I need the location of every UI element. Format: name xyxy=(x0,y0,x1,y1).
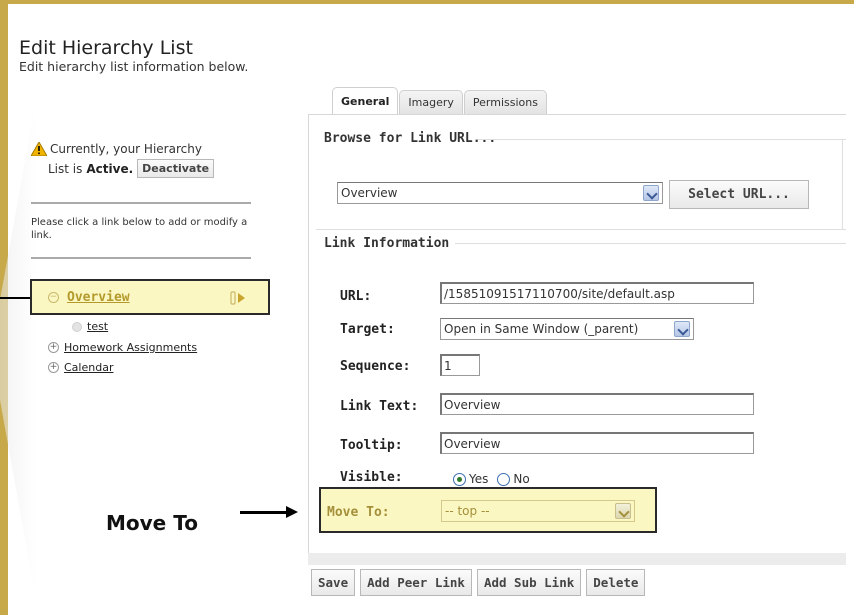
page-subtitle: Edit hierarchy list information below. xyxy=(19,59,249,74)
status-value: Active. xyxy=(86,161,134,176)
tab-general[interactable]: General xyxy=(332,87,399,114)
visible-radio-group: Yes No xyxy=(447,472,530,486)
visible-no-radio[interactable] xyxy=(497,472,511,486)
leaf-icon xyxy=(72,321,82,332)
tree-item-calendar[interactable]: + Calendar xyxy=(48,361,113,374)
expand-icon[interactable]: + xyxy=(48,362,59,373)
delete-button[interactable]: Delete xyxy=(586,569,646,596)
dropdown-arrow-icon[interactable] xyxy=(615,503,631,519)
arrow-head-icon xyxy=(286,506,298,518)
add-peer-link-button[interactable]: Add Peer Link xyxy=(360,569,472,596)
collapse-icon[interactable]: − xyxy=(48,291,59,303)
page-title: Edit Hierarchy List xyxy=(19,37,193,59)
divider xyxy=(455,243,846,244)
hierarchy-status: Currently, your Hierarchy List is Active… xyxy=(31,142,253,178)
divider xyxy=(31,257,251,259)
select-value: Open in Same Window (_parent) xyxy=(444,322,639,336)
sequence-label: Sequence: xyxy=(340,359,411,374)
tab-permissions[interactable]: Permissions xyxy=(463,90,547,114)
help-text: Please click a link below to add or modi… xyxy=(31,217,248,241)
visible-yes-radio[interactable] xyxy=(453,472,466,486)
move-handle-icon[interactable] xyxy=(230,290,246,310)
select-value: -- top -- xyxy=(445,504,490,518)
browse-section-title: Browse for Link URL... xyxy=(324,131,497,146)
divider xyxy=(31,202,251,204)
annotation-arrow xyxy=(0,297,30,299)
tree-item-homework[interactable]: + Homework Assignments xyxy=(48,341,197,354)
tab-imagery[interactable]: Imagery xyxy=(399,90,463,114)
deactivate-button[interactable]: Deactivate xyxy=(137,159,215,178)
tab-bar: General Imagery Permissions xyxy=(332,87,547,114)
expand-icon[interactable]: + xyxy=(48,342,59,353)
status-text: Currently, your Hierarchy xyxy=(50,142,202,156)
select-value: Overview xyxy=(341,186,398,200)
warning-icon xyxy=(31,142,47,156)
tooltip-field[interactable]: Overview xyxy=(440,432,754,454)
url-field[interactable]: /15851091517110700/site/default.asp xyxy=(440,282,754,304)
annotation-arrow xyxy=(240,511,288,514)
tree-item-label[interactable]: Calendar xyxy=(64,361,113,374)
annotation-label: Move To xyxy=(106,511,198,535)
action-bar: Save Add Peer Link Add Sub Link Delete xyxy=(311,569,646,596)
tree-item-label[interactable]: test xyxy=(87,320,108,333)
sequence-field[interactable]: 1 xyxy=(440,354,480,376)
dropdown-arrow-icon[interactable] xyxy=(643,185,659,201)
divider xyxy=(842,139,843,229)
link-text-field[interactable]: Overview xyxy=(440,393,754,415)
target-label: Target: xyxy=(340,322,395,337)
target-select[interactable]: Open in Same Window (_parent) xyxy=(440,318,694,340)
visible-label: Visible: xyxy=(340,470,403,485)
url-label: URL: xyxy=(340,289,372,304)
tooltip-label: Tooltip: xyxy=(340,438,403,453)
panel-footer xyxy=(308,553,846,565)
browse-url-select[interactable]: Overview xyxy=(337,182,663,204)
tree-item-label[interactable]: Overview xyxy=(67,290,130,305)
status-prefix: List is xyxy=(48,161,83,176)
save-button[interactable]: Save xyxy=(311,569,356,596)
tree-item-overview[interactable]: − Overview xyxy=(30,279,270,315)
link-info-section-title: Link Information xyxy=(324,236,450,251)
add-sub-link-button[interactable]: Add Sub Link xyxy=(476,569,582,596)
move-to-select[interactable]: -- top -- xyxy=(441,500,635,522)
link-text-label: Link Text: xyxy=(340,399,419,414)
select-url-button[interactable]: Select URL... xyxy=(669,180,809,209)
tree-item-label[interactable]: Homework Assignments xyxy=(64,341,197,354)
visible-yes-label[interactable]: Yes xyxy=(469,472,488,486)
move-to-label: Move To: xyxy=(327,505,390,520)
tree-item-test[interactable]: test xyxy=(72,320,108,333)
divider xyxy=(478,139,846,140)
visible-no-label[interactable]: No xyxy=(513,472,529,486)
dropdown-arrow-icon[interactable] xyxy=(674,321,690,337)
divider xyxy=(316,229,846,230)
